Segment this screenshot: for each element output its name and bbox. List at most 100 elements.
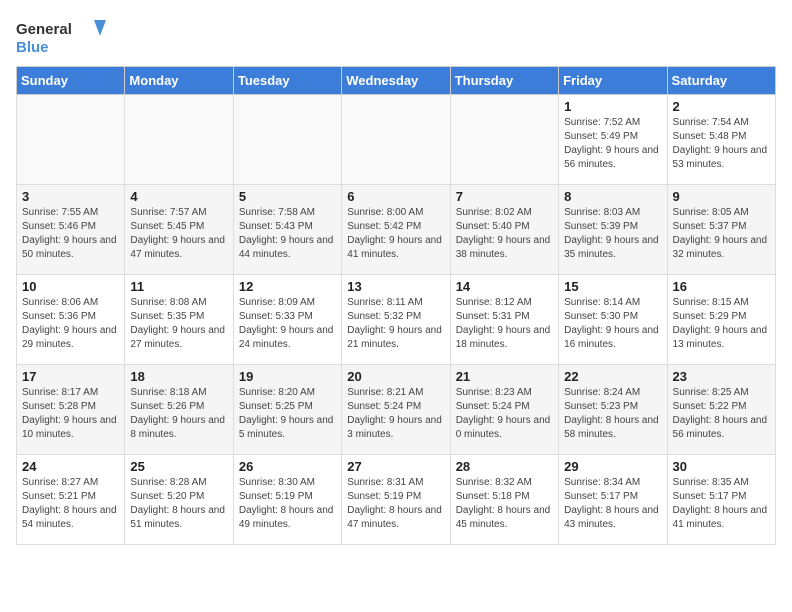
day-info: Sunrise: 7:57 AM Sunset: 5:45 PM Dayligh… xyxy=(130,206,227,262)
day-number: 6 xyxy=(347,189,444,204)
day-number: 28 xyxy=(456,459,553,474)
calendar-cell: 15 Sunrise: 8:14 AM Sunset: 5:30 PM Dayli… xyxy=(559,275,667,365)
calendar-header-saturday: Saturday xyxy=(667,67,775,95)
day-number: 4 xyxy=(130,189,227,204)
day-info: Sunrise: 8:03 AM Sunset: 5:39 PM Dayligh… xyxy=(564,206,661,262)
day-info: Sunrise: 8:35 AM Sunset: 5:17 PM Dayligh… xyxy=(673,476,770,532)
day-number: 8 xyxy=(564,189,661,204)
calendar-table: SundayMondayTuesdayWednesdayThursdayFrid… xyxy=(16,66,776,545)
calendar-cell: 30 Sunrise: 8:35 AM Sunset: 5:17 PM Dayli… xyxy=(667,455,775,545)
calendar-cell: 8 Sunrise: 8:03 AM Sunset: 5:39 PM Daylig… xyxy=(559,185,667,275)
day-info: Sunrise: 8:31 AM Sunset: 5:19 PM Dayligh… xyxy=(347,476,444,532)
day-number: 16 xyxy=(673,279,770,294)
calendar-week-row: 17 Sunrise: 8:17 AM Sunset: 5:28 PM Dayli… xyxy=(17,365,776,455)
day-info: Sunrise: 8:24 AM Sunset: 5:23 PM Dayligh… xyxy=(564,386,661,442)
calendar-header-tuesday: Tuesday xyxy=(233,67,341,95)
day-info: Sunrise: 8:30 AM Sunset: 5:19 PM Dayligh… xyxy=(239,476,336,532)
day-info: Sunrise: 8:11 AM Sunset: 5:32 PM Dayligh… xyxy=(347,296,444,352)
logo-icon: General Blue xyxy=(16,16,106,58)
calendar-cell: 3Sunrise: 7:55 AM Sunset: 5:46 PM Daylig… xyxy=(17,185,125,275)
calendar-header-monday: Monday xyxy=(125,67,233,95)
day-info: Sunrise: 8:20 AM Sunset: 5:25 PM Dayligh… xyxy=(239,386,336,442)
calendar-week-row: 3Sunrise: 7:55 AM Sunset: 5:46 PM Daylig… xyxy=(17,185,776,275)
day-info: Sunrise: 7:52 AM Sunset: 5:49 PM Dayligh… xyxy=(564,116,661,172)
calendar-cell: 29Sunrise: 8:34 AM Sunset: 5:17 PM Dayli… xyxy=(559,455,667,545)
calendar-cell: 9Sunrise: 8:05 AM Sunset: 5:37 PM Daylig… xyxy=(667,185,775,275)
day-number: 25 xyxy=(130,459,227,474)
calendar-cell: 12 Sunrise: 8:09 AM Sunset: 5:33 PM Dayli… xyxy=(233,275,341,365)
day-number: 15 xyxy=(564,279,661,294)
svg-text:General: General xyxy=(16,21,72,38)
day-number: 19 xyxy=(239,369,336,384)
calendar-cell: 25 Sunrise: 8:28 AM Sunset: 5:20 PM Dayli… xyxy=(125,455,233,545)
calendar-cell: 11 Sunrise: 8:08 AM Sunset: 5:35 PM Dayli… xyxy=(125,275,233,365)
calendar-header-row: SundayMondayTuesdayWednesdayThursdayFrid… xyxy=(17,67,776,95)
day-number: 14 xyxy=(456,279,553,294)
day-info: Sunrise: 7:58 AM Sunset: 5:43 PM Dayligh… xyxy=(239,206,336,262)
day-number: 12 xyxy=(239,279,336,294)
calendar-header-thursday: Thursday xyxy=(450,67,558,95)
day-number: 10 xyxy=(22,279,119,294)
day-info: Sunrise: 8:28 AM Sunset: 5:20 PM Dayligh… xyxy=(130,476,227,532)
calendar-week-row: 10Sunrise: 8:06 AM Sunset: 5:36 PM Dayli… xyxy=(17,275,776,365)
day-info: Sunrise: 8:09 AM Sunset: 5:33 PM Dayligh… xyxy=(239,296,336,352)
day-number: 26 xyxy=(239,459,336,474)
day-number: 23 xyxy=(673,369,770,384)
calendar-cell xyxy=(342,95,450,185)
day-info: Sunrise: 8:25 AM Sunset: 5:22 PM Dayligh… xyxy=(673,386,770,442)
day-number: 17 xyxy=(22,369,119,384)
calendar-cell: 17 Sunrise: 8:17 AM Sunset: 5:28 PM Dayli… xyxy=(17,365,125,455)
day-number: 24 xyxy=(22,459,119,474)
day-number: 20 xyxy=(347,369,444,384)
day-info: Sunrise: 7:54 AM Sunset: 5:48 PM Dayligh… xyxy=(673,116,770,172)
calendar-header-sunday: Sunday xyxy=(17,67,125,95)
logo: General Blue xyxy=(16,16,106,58)
day-number: 18 xyxy=(130,369,227,384)
calendar-cell xyxy=(125,95,233,185)
day-info: Sunrise: 8:02 AM Sunset: 5:40 PM Dayligh… xyxy=(456,206,553,262)
svg-text:Blue: Blue xyxy=(16,39,49,56)
calendar-cell xyxy=(17,95,125,185)
calendar-cell: 5Sunrise: 7:58 AM Sunset: 5:43 PM Daylig… xyxy=(233,185,341,275)
day-info: Sunrise: 8:21 AM Sunset: 5:24 PM Dayligh… xyxy=(347,386,444,442)
day-number: 1 xyxy=(564,99,661,114)
calendar-cell: 21 Sunrise: 8:23 AM Sunset: 5:24 PM Dayli… xyxy=(450,365,558,455)
day-number: 11 xyxy=(130,279,227,294)
day-info: Sunrise: 8:18 AM Sunset: 5:26 PM Dayligh… xyxy=(130,386,227,442)
calendar-cell: 27 Sunrise: 8:31 AM Sunset: 5:19 PM Dayli… xyxy=(342,455,450,545)
calendar-week-row: 24 Sunrise: 8:27 AM Sunset: 5:21 PM Dayli… xyxy=(17,455,776,545)
calendar-cell: 10Sunrise: 8:06 AM Sunset: 5:36 PM Dayli… xyxy=(17,275,125,365)
calendar-cell: 2Sunrise: 7:54 AM Sunset: 5:48 PM Daylig… xyxy=(667,95,775,185)
calendar-cell: 19 Sunrise: 8:20 AM Sunset: 5:25 PM Dayli… xyxy=(233,365,341,455)
calendar-cell: 6 Sunrise: 8:00 AM Sunset: 5:42 PM Daylig… xyxy=(342,185,450,275)
day-info: Sunrise: 8:17 AM Sunset: 5:28 PM Dayligh… xyxy=(22,386,119,442)
day-number: 22 xyxy=(564,369,661,384)
day-info: Sunrise: 8:08 AM Sunset: 5:35 PM Dayligh… xyxy=(130,296,227,352)
day-number: 9 xyxy=(673,189,770,204)
day-number: 30 xyxy=(673,459,770,474)
day-info: Sunrise: 8:00 AM Sunset: 5:42 PM Dayligh… xyxy=(347,206,444,262)
day-number: 27 xyxy=(347,459,444,474)
calendar-cell: 7 Sunrise: 8:02 AM Sunset: 5:40 PM Daylig… xyxy=(450,185,558,275)
day-info: Sunrise: 8:32 AM Sunset: 5:18 PM Dayligh… xyxy=(456,476,553,532)
calendar-cell: 22 Sunrise: 8:24 AM Sunset: 5:23 PM Dayli… xyxy=(559,365,667,455)
calendar-cell: 23 Sunrise: 8:25 AM Sunset: 5:22 PM Dayli… xyxy=(667,365,775,455)
page-header: General Blue xyxy=(16,16,776,58)
day-number: 7 xyxy=(456,189,553,204)
calendar-header-friday: Friday xyxy=(559,67,667,95)
day-info: Sunrise: 7:55 AM Sunset: 5:46 PM Dayligh… xyxy=(22,206,119,262)
day-info: Sunrise: 8:23 AM Sunset: 5:24 PM Dayligh… xyxy=(456,386,553,442)
day-info: Sunrise: 8:34 AM Sunset: 5:17 PM Dayligh… xyxy=(564,476,661,532)
calendar-cell: 14 Sunrise: 8:12 AM Sunset: 5:31 PM Dayli… xyxy=(450,275,558,365)
calendar-cell: 1 Sunrise: 7:52 AM Sunset: 5:49 PM Daylig… xyxy=(559,95,667,185)
day-info: Sunrise: 8:27 AM Sunset: 5:21 PM Dayligh… xyxy=(22,476,119,532)
day-info: Sunrise: 8:12 AM Sunset: 5:31 PM Dayligh… xyxy=(456,296,553,352)
day-info: Sunrise: 8:14 AM Sunset: 5:30 PM Dayligh… xyxy=(564,296,661,352)
calendar-cell: 18 Sunrise: 8:18 AM Sunset: 5:26 PM Dayli… xyxy=(125,365,233,455)
day-number: 21 xyxy=(456,369,553,384)
calendar-cell: 13Sunrise: 8:11 AM Sunset: 5:32 PM Dayli… xyxy=(342,275,450,365)
calendar-cell: 28 Sunrise: 8:32 AM Sunset: 5:18 PM Dayli… xyxy=(450,455,558,545)
calendar-week-row: 1 Sunrise: 7:52 AM Sunset: 5:49 PM Daylig… xyxy=(17,95,776,185)
day-info: Sunrise: 8:15 AM Sunset: 5:29 PM Dayligh… xyxy=(673,296,770,352)
calendar-cell: 4 Sunrise: 7:57 AM Sunset: 5:45 PM Daylig… xyxy=(125,185,233,275)
